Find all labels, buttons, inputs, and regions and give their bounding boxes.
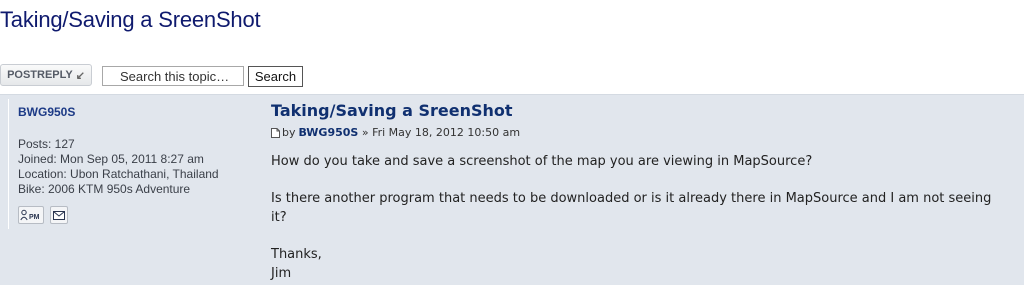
post-profile: BWG950S Posts: 127 Joined: Mon Sep 05, 2… [8, 99, 262, 229]
profile-joined: Joined: Mon Sep 05, 2011 8:27 am [18, 152, 204, 166]
post-paragraph: Is there another program that needs to b… [271, 191, 992, 225]
page-title[interactable]: Taking/Saving a SreenShot [0, 7, 261, 33]
post-reply-button[interactable]: POSTREPLY ↙ [0, 64, 92, 86]
pm-label: PM [29, 214, 40, 221]
post-date: » Fri May 18, 2012 10:50 am [361, 126, 521, 139]
post: BWG950S Posts: 127 Joined: Mon Sep 05, 2… [0, 94, 1024, 285]
post-content: How do you take and save a screenshot of… [271, 152, 1011, 283]
profile-location: Location: Ubon Ratchathani, Thailand [18, 167, 219, 181]
post-title[interactable]: Taking/Saving a SreenShot [271, 101, 1011, 120]
email-button[interactable] [50, 206, 68, 224]
profile-fields: Posts: 127 Joined: Mon Sep 05, 2011 8:27… [18, 137, 262, 197]
profile-username[interactable]: BWG950S [18, 105, 262, 120]
by-label: by [282, 126, 296, 139]
post-signature: Jim [271, 266, 292, 281]
profile-posts: Posts: 127 [18, 137, 75, 151]
topic-action-bar: POSTREPLY ↙ Search [0, 64, 1024, 88]
pm-icon: PM [20, 209, 40, 221]
post-reply-label: POSTREPLY [7, 69, 73, 81]
post-icon[interactable] [271, 127, 280, 138]
search-topic-input[interactable] [102, 66, 244, 86]
post-author-line: by BWG950S » Fri May 18, 2012 10:50 am [271, 126, 1011, 139]
post-author-link[interactable]: BWG950S [299, 126, 359, 139]
profile-bike: Bike: 2006 KTM 950s Adventure [18, 182, 191, 196]
post-body: Taking/Saving a SreenShot by BWG950S » F… [271, 101, 1011, 283]
contact-icons: PM [18, 206, 262, 224]
search-button[interactable]: Search [248, 66, 303, 87]
post-signoff: Thanks, [271, 247, 322, 262]
email-icon [53, 210, 65, 220]
post-paragraph: How do you take and save a screenshot of… [271, 154, 813, 169]
pm-button[interactable]: PM [18, 206, 44, 224]
reply-arrow-icon: ↙ [75, 69, 85, 82]
